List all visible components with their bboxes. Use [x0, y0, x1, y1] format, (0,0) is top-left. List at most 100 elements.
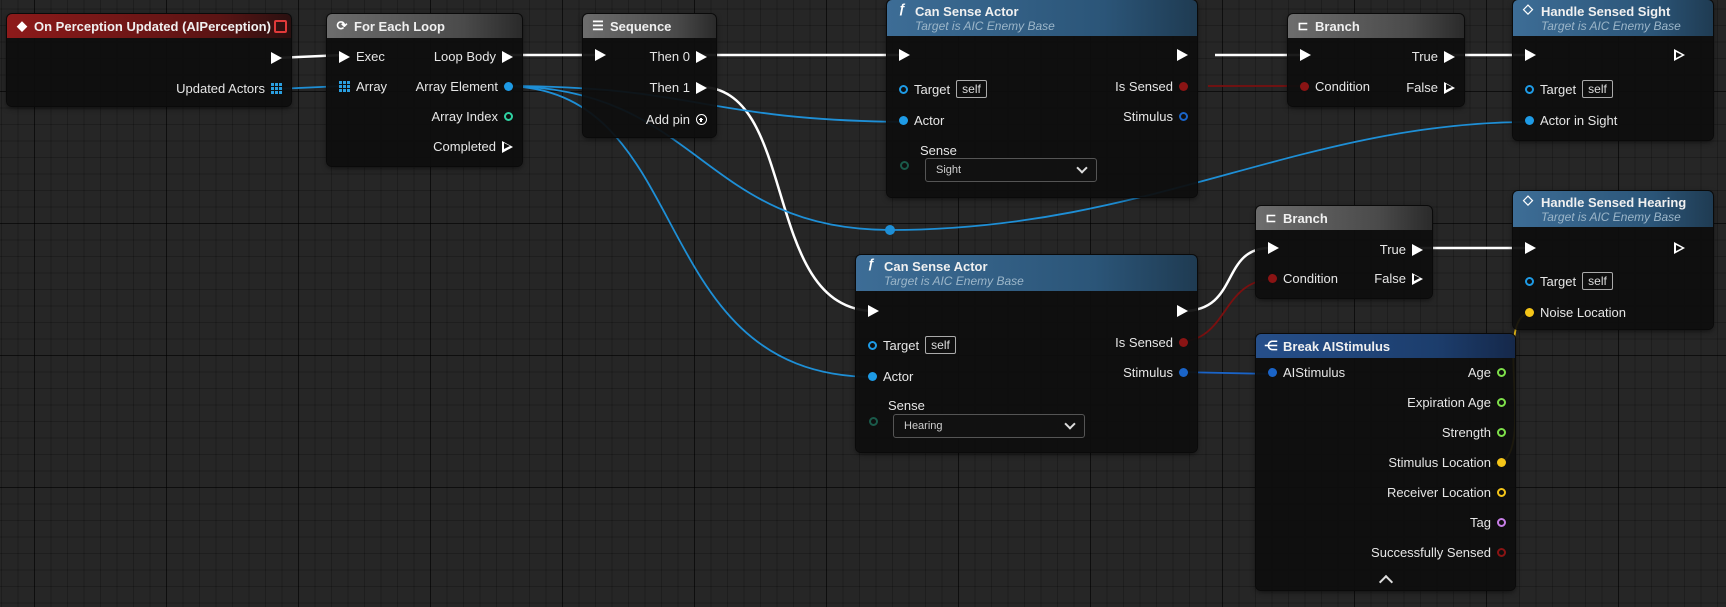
- exec-in-pin[interactable]: [899, 49, 910, 61]
- pin-array[interactable]: Array: [339, 79, 387, 94]
- pin-strength[interactable]: Strength: [1442, 425, 1506, 440]
- node-for-each-loop[interactable]: ⟳ For Each Loop Exec Array Loop Body Arr…: [327, 14, 522, 166]
- node-subtitle: Target is AIC Enemy Base: [915, 18, 1055, 33]
- pin-then-0[interactable]: Then 0: [650, 49, 707, 64]
- vector-pin-icon: [1525, 308, 1534, 317]
- branch-icon: ⊏: [1265, 210, 1277, 225]
- pin-sense-label: Sense: [920, 143, 957, 158]
- pin-target[interactable]: Target self: [1525, 272, 1613, 290]
- node-branch-top[interactable]: ⊏ Branch Condition True False: [1288, 14, 1464, 106]
- pin-label: True: [1411, 49, 1438, 64]
- pin-tag[interactable]: Tag: [1470, 515, 1506, 530]
- struct-pin-icon: [1179, 368, 1188, 377]
- pin-is-sensed[interactable]: Is Sensed: [1115, 79, 1188, 94]
- float-pin-icon: [1497, 428, 1506, 437]
- pin-target[interactable]: Target self: [868, 336, 956, 354]
- pin-expiration-age[interactable]: Expiration Age: [1407, 395, 1506, 410]
- node-can-sense-actor-hearing[interactable]: ƒ Can Sense Actor Target is AIC Enemy Ba…: [856, 255, 1197, 452]
- pin-updated-actors[interactable]: Updated Actors: [176, 81, 282, 96]
- node-handle-sensed-sight[interactable]: ◇ Handle Sensed Sight Target is AIC Enem…: [1513, 0, 1713, 140]
- node-break-aistimulus[interactable]: ⋲ Break AIStimulus AIStimulus Age Expira…: [1256, 334, 1515, 590]
- pin-true[interactable]: True: [1380, 242, 1423, 257]
- exec-in-pin[interactable]: [595, 49, 606, 61]
- dropdown-value: Sight: [936, 164, 962, 176]
- exec-out-pin[interactable]: [1674, 49, 1685, 61]
- exec-in-pin[interactable]: [1525, 242, 1536, 254]
- pin-condition[interactable]: Condition: [1268, 271, 1338, 286]
- pin-false[interactable]: False: [1406, 80, 1455, 95]
- pin-loop-body[interactable]: Loop Body: [434, 49, 513, 64]
- self-value: self: [1582, 80, 1613, 98]
- pin-actor-in-sight[interactable]: Actor in Sight: [1525, 113, 1617, 128]
- pin-label: Is Sensed: [1115, 335, 1173, 350]
- exec-pin-icon: [1300, 49, 1311, 61]
- exec-in-pin[interactable]: [1300, 49, 1311, 61]
- pin-label: False: [1406, 80, 1438, 95]
- node-branch-bottom[interactable]: ⊏ Branch Condition True False: [1256, 206, 1432, 298]
- pin-true[interactable]: True: [1412, 49, 1455, 64]
- bool-pin-icon: [1268, 274, 1277, 283]
- object-pin-icon: [868, 340, 877, 350]
- node-title: Sequence: [610, 18, 672, 34]
- pin-array-element[interactable]: Array Element: [416, 79, 513, 94]
- pin-array-index[interactable]: Array Index: [432, 109, 513, 124]
- pin-aistimulus[interactable]: AIStimulus: [1268, 365, 1345, 380]
- node-header: ⟳ For Each Loop: [327, 14, 522, 38]
- pin-stimulus[interactable]: Stimulus: [1123, 109, 1188, 124]
- pin-target[interactable]: Target self: [1525, 80, 1613, 98]
- pin-noise-location[interactable]: Noise Location: [1525, 305, 1626, 320]
- pin-label: Expiration Age: [1407, 395, 1491, 410]
- exec-out-pin[interactable]: [1674, 242, 1685, 254]
- exec-pin-icon: [1525, 49, 1536, 61]
- int-pin-icon: [504, 112, 513, 121]
- pin-age[interactable]: Age: [1468, 365, 1506, 380]
- node-can-sense-actor-sight[interactable]: ƒ Can Sense Actor Target is AIC Enemy Ba…: [887, 0, 1197, 197]
- sense-pin-icon[interactable]: [869, 417, 878, 426]
- name-pin-icon: [1497, 518, 1506, 527]
- exec-pin-icon: [1444, 81, 1455, 94]
- branch-icon: ⊏: [1297, 18, 1309, 33]
- exec-in-pin[interactable]: [868, 305, 879, 317]
- pin-stimulus-location[interactable]: Stimulus Location: [1388, 455, 1506, 470]
- self-value: self: [925, 336, 956, 354]
- exec-out-pin[interactable]: [1177, 49, 1188, 61]
- sequence-icon: ☰: [592, 18, 604, 33]
- dropdown-value: Hearing: [904, 420, 943, 432]
- pin-actor[interactable]: Actor: [868, 369, 913, 384]
- pin-stimulus[interactable]: Stimulus: [1123, 365, 1188, 380]
- pin-label: Condition: [1283, 271, 1338, 286]
- exec-out-pin[interactable]: [271, 52, 282, 64]
- sense-pin-icon[interactable]: [900, 161, 909, 170]
- node-on-perception-updated[interactable]: ◆ On Perception Updated (AIPerception) U…: [7, 14, 291, 106]
- pin-label: Strength: [1441, 425, 1491, 440]
- node-header: ⋲ Break AIStimulus: [1256, 334, 1515, 358]
- sense-dropdown[interactable]: Hearing: [893, 414, 1085, 438]
- exec-in-pin[interactable]: [1268, 242, 1279, 254]
- pin-receiver-location[interactable]: Receiver Location: [1387, 485, 1506, 500]
- pin-label: Target: [914, 81, 951, 97]
- exec-in-pin[interactable]: Exec: [339, 49, 385, 64]
- pin-condition[interactable]: Condition: [1300, 79, 1370, 94]
- pin-label: Array: [356, 79, 388, 94]
- exec-in-pin[interactable]: [1525, 49, 1536, 61]
- plus-circle-icon: [696, 114, 707, 125]
- node-sequence[interactable]: ☰ Sequence Then 0 Then 1 Add pin: [583, 14, 716, 137]
- exec-pin-icon: [502, 50, 513, 63]
- stop-icon: [274, 20, 287, 33]
- exec-pin-icon: [1444, 50, 1455, 63]
- pin-then-1[interactable]: Then 1: [650, 80, 707, 95]
- collapse-chevron-icon[interactable]: [1378, 574, 1394, 590]
- node-handle-sensed-hearing[interactable]: ◇ Handle Sensed Hearing Target is AIC En…: [1513, 191, 1713, 329]
- pin-successfully-sensed[interactable]: Successfully Sensed: [1371, 545, 1506, 560]
- exec-out-pin[interactable]: [1177, 305, 1188, 317]
- add-pin-button[interactable]: Add pin: [646, 112, 707, 127]
- pin-is-sensed[interactable]: Is Sensed: [1115, 335, 1188, 350]
- pin-completed[interactable]: Completed: [433, 139, 513, 154]
- pin-actor[interactable]: Actor: [899, 113, 944, 128]
- vector-pin-icon: [1497, 458, 1506, 467]
- exec-pin-icon: [1412, 272, 1423, 285]
- pin-false[interactable]: False: [1374, 271, 1423, 286]
- pin-label: Target: [883, 337, 920, 353]
- pin-target[interactable]: Target self: [899, 80, 987, 98]
- sense-dropdown[interactable]: Sight: [925, 158, 1097, 182]
